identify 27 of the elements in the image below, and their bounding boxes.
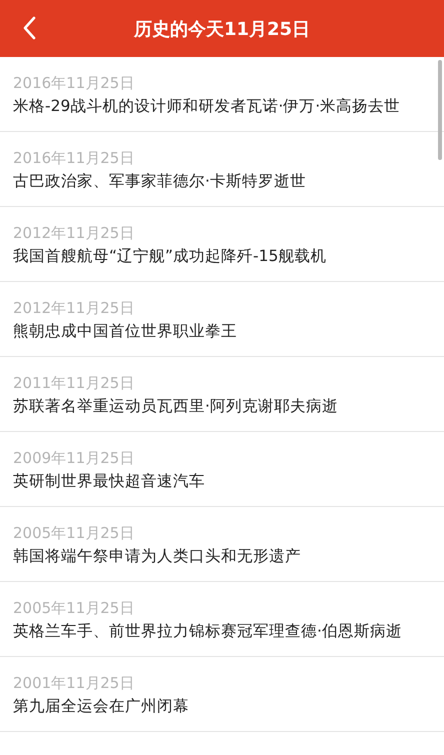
back-icon bbox=[22, 16, 36, 40]
event-date: 2011年11月25日 bbox=[13, 373, 134, 393]
event-date: 2005年11月25日 bbox=[13, 598, 134, 618]
event-item[interactable]: 2012年11月25日 我国首艘航母“辽宁舰”成功起降歼-15舰载机 bbox=[0, 207, 444, 282]
event-title: 米格-29战斗机的设计师和研发者瓦诺·伊万·米高扬去世 bbox=[13, 96, 400, 117]
event-item[interactable]: 2009年11月25日 英研制世界最快超音速汽车 bbox=[0, 432, 444, 507]
event-title: 英研制世界最快超音速汽车 bbox=[13, 471, 205, 492]
event-title: 苏联著名举重运动员瓦西里·阿列克谢耶夫病逝 bbox=[13, 396, 338, 417]
event-item[interactable]: 2012年11月25日 熊朝忠成中国首位世界职业拳王 bbox=[0, 282, 444, 357]
event-item[interactable]: 2005年11月25日 韩国将端午祭申请为人类口头和无形遗产 bbox=[0, 507, 444, 582]
event-date: 2012年11月25日 bbox=[13, 223, 134, 243]
event-date: 2009年11月25日 bbox=[13, 448, 134, 468]
event-date: 2012年11月25日 bbox=[13, 298, 134, 318]
event-date: 2016年11月25日 bbox=[13, 73, 134, 93]
event-item[interactable]: 2005年11月25日 英格兰车手、前世界拉力锦标赛冠军理查德·伯恩斯病逝 bbox=[0, 582, 444, 657]
event-title: 古巴政治家、军事家菲德尔·卡斯特罗逝世 bbox=[13, 171, 306, 192]
event-item[interactable]: 2011年11月25日 苏联著名举重运动员瓦西里·阿列克谢耶夫病逝 bbox=[0, 357, 444, 432]
page-title: 历史的今天11月25日 bbox=[134, 18, 310, 40]
event-title: 韩国将端午祭申请为人类口头和无形遗产 bbox=[13, 546, 301, 567]
event-date: 2001年11月25日 bbox=[13, 673, 134, 693]
event-date: 2005年11月25日 bbox=[13, 523, 134, 543]
event-title: 第九届全运会在广州闭幕 bbox=[13, 696, 189, 717]
event-title: 熊朝忠成中国首位世界职业拳王 bbox=[13, 321, 237, 342]
event-date: 2016年11月25日 bbox=[13, 148, 134, 168]
event-title: 我国首艘航母“辽宁舰”成功起降歼-15舰载机 bbox=[13, 246, 326, 267]
event-item[interactable]: 2001年11月25日 第九届全运会在广州闭幕 bbox=[0, 657, 444, 732]
event-title: 英格兰车手、前世界拉力锦标赛冠军理查德·伯恩斯病逝 bbox=[13, 621, 402, 642]
